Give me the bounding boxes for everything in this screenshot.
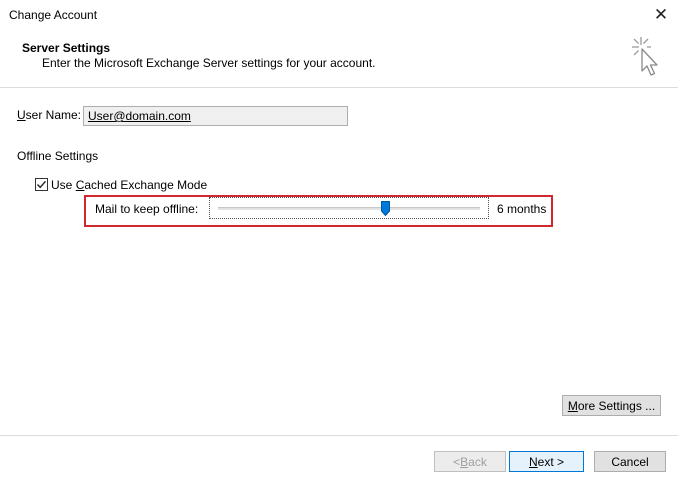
- content-area: User Name: User@domain.com Offline Setti…: [0, 89, 678, 435]
- more-settings-hotkey: M: [567, 398, 578, 413]
- cached-mode-checkbox[interactable]: [35, 178, 48, 191]
- more-settings-button[interactable]: More Settings ...: [562, 395, 661, 416]
- user-name-value: User@domain.com: [88, 109, 191, 123]
- wizard-header: Server Settings Enter the Microsoft Exch…: [0, 30, 678, 88]
- close-icon[interactable]: ✕: [644, 0, 678, 30]
- slider-value-label: 6 months: [497, 202, 547, 216]
- user-name-field[interactable]: User@domain.com: [83, 106, 348, 126]
- next-button[interactable]: Next >: [509, 451, 584, 472]
- window-title: Change Account: [9, 8, 98, 22]
- title-bar: Change Account ✕: [0, 0, 678, 30]
- slider-thumb[interactable]: [381, 201, 391, 216]
- offline-settings-title: Offline Settings: [17, 149, 99, 163]
- user-name-label-hotkey: U: [17, 108, 26, 122]
- user-name-label-rest: ser Name:: [25, 108, 82, 122]
- next-button-rest: ext >: [537, 454, 565, 469]
- cancel-button[interactable]: Cancel: [594, 451, 666, 472]
- mail-offline-label: Mail to keep offline:: [95, 202, 199, 216]
- back-button[interactable]: < Back: [434, 451, 506, 472]
- back-button-hotkey: B: [460, 454, 469, 469]
- cached-label-rest: ached Exchange Mode: [84, 178, 208, 192]
- slider-track: [218, 207, 480, 210]
- checkmark-icon: [36, 180, 47, 189]
- back-button-rest: ack: [468, 454, 487, 469]
- more-settings-rest: ore Settings ...: [577, 398, 656, 413]
- back-button-prefix: <: [453, 454, 461, 469]
- cached-label-prefix: Use: [51, 178, 76, 192]
- footer-divider: [0, 435, 678, 436]
- wizard-cursor-icon: [632, 37, 658, 76]
- cached-mode-label[interactable]: Use Cached Exchange Mode: [51, 178, 207, 192]
- user-name-label: User Name:: [17, 108, 81, 122]
- page-subtitle: Enter the Microsoft Exchange Server sett…: [42, 56, 376, 70]
- page-title: Server Settings: [22, 41, 111, 55]
- next-button-hotkey: N: [528, 454, 538, 469]
- mail-offline-slider[interactable]: [209, 197, 489, 219]
